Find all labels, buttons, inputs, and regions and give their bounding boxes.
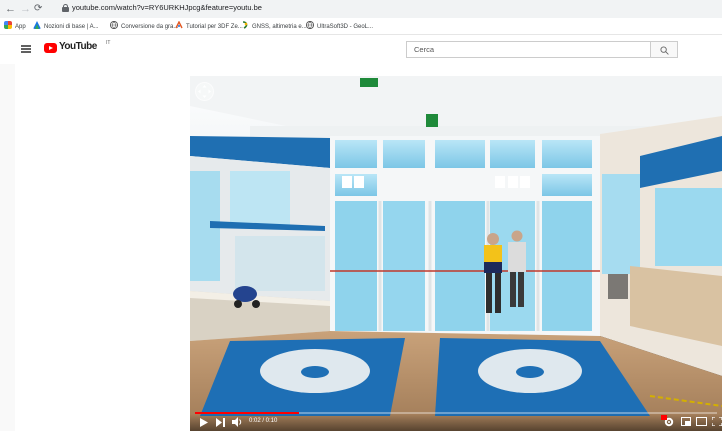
bookmark-nozioni[interactable]: Nozioni di base | A...: [33, 21, 99, 32]
bookmarks-bar: App Nozioni di base | A... Conversione d…: [0, 18, 722, 35]
back-arrow-icon[interactable]: ←: [5, 2, 16, 16]
fullscreen-icon[interactable]: [712, 417, 722, 426]
globe-icon: [306, 21, 314, 29]
reload-icon[interactable]: ⟳: [34, 2, 42, 16]
bookmark-gnss[interactable]: GNSS, altimetria e...: [241, 21, 307, 32]
directional-arrows-icon: [198, 85, 211, 98]
play-icon[interactable]: [200, 418, 208, 427]
sidebar-area: [0, 64, 15, 431]
bookmark-tutorial[interactable]: Tutorial per 3DF Ze...: [175, 21, 243, 32]
video-player[interactable]: 0:02 / 0:10: [190, 76, 722, 431]
search-button[interactable]: [650, 41, 678, 58]
lock-icon[interactable]: [62, 4, 69, 12]
tutorial-icon: [175, 21, 183, 29]
address-bar[interactable]: youtube.com/watch?v=RY6URKHJpcg&feature=…: [72, 3, 262, 12]
search-input[interactable]: Cerca: [406, 41, 651, 58]
volume-icon[interactable]: [232, 417, 243, 427]
pan-360-control[interactable]: [195, 82, 214, 101]
browser-toolbar: ← → ⟳ youtube.com/watch?v=RY6URKHJpcg&fe…: [0, 0, 722, 18]
search-icon: [660, 46, 669, 55]
player-controls: 0:02 / 0:10: [190, 414, 722, 431]
forward-arrow-icon[interactable]: →: [20, 2, 31, 16]
time-display: 0:02 / 0:10: [249, 418, 278, 424]
bookmark-ultrasoft[interactable]: UltraSoft3D - GeoL...: [306, 21, 373, 32]
gnss-icon: [242, 21, 248, 29]
bookmark-apps[interactable]: App: [4, 21, 26, 32]
menu-icon[interactable]: [21, 45, 31, 53]
youtube-play-logo-icon: [44, 43, 57, 53]
video-frame[interactable]: [190, 76, 722, 431]
bookmark-conversione[interactable]: Conversione da gra...: [110, 21, 178, 32]
hd-badge-icon: [661, 415, 667, 420]
theater-mode-icon[interactable]: [696, 417, 707, 426]
triangle-logo-icon: [33, 21, 41, 29]
miniplayer-icon[interactable]: [681, 417, 691, 426]
apps-grid-icon: [4, 21, 12, 29]
globe-icon: [110, 21, 118, 29]
next-icon[interactable]: [216, 418, 225, 427]
